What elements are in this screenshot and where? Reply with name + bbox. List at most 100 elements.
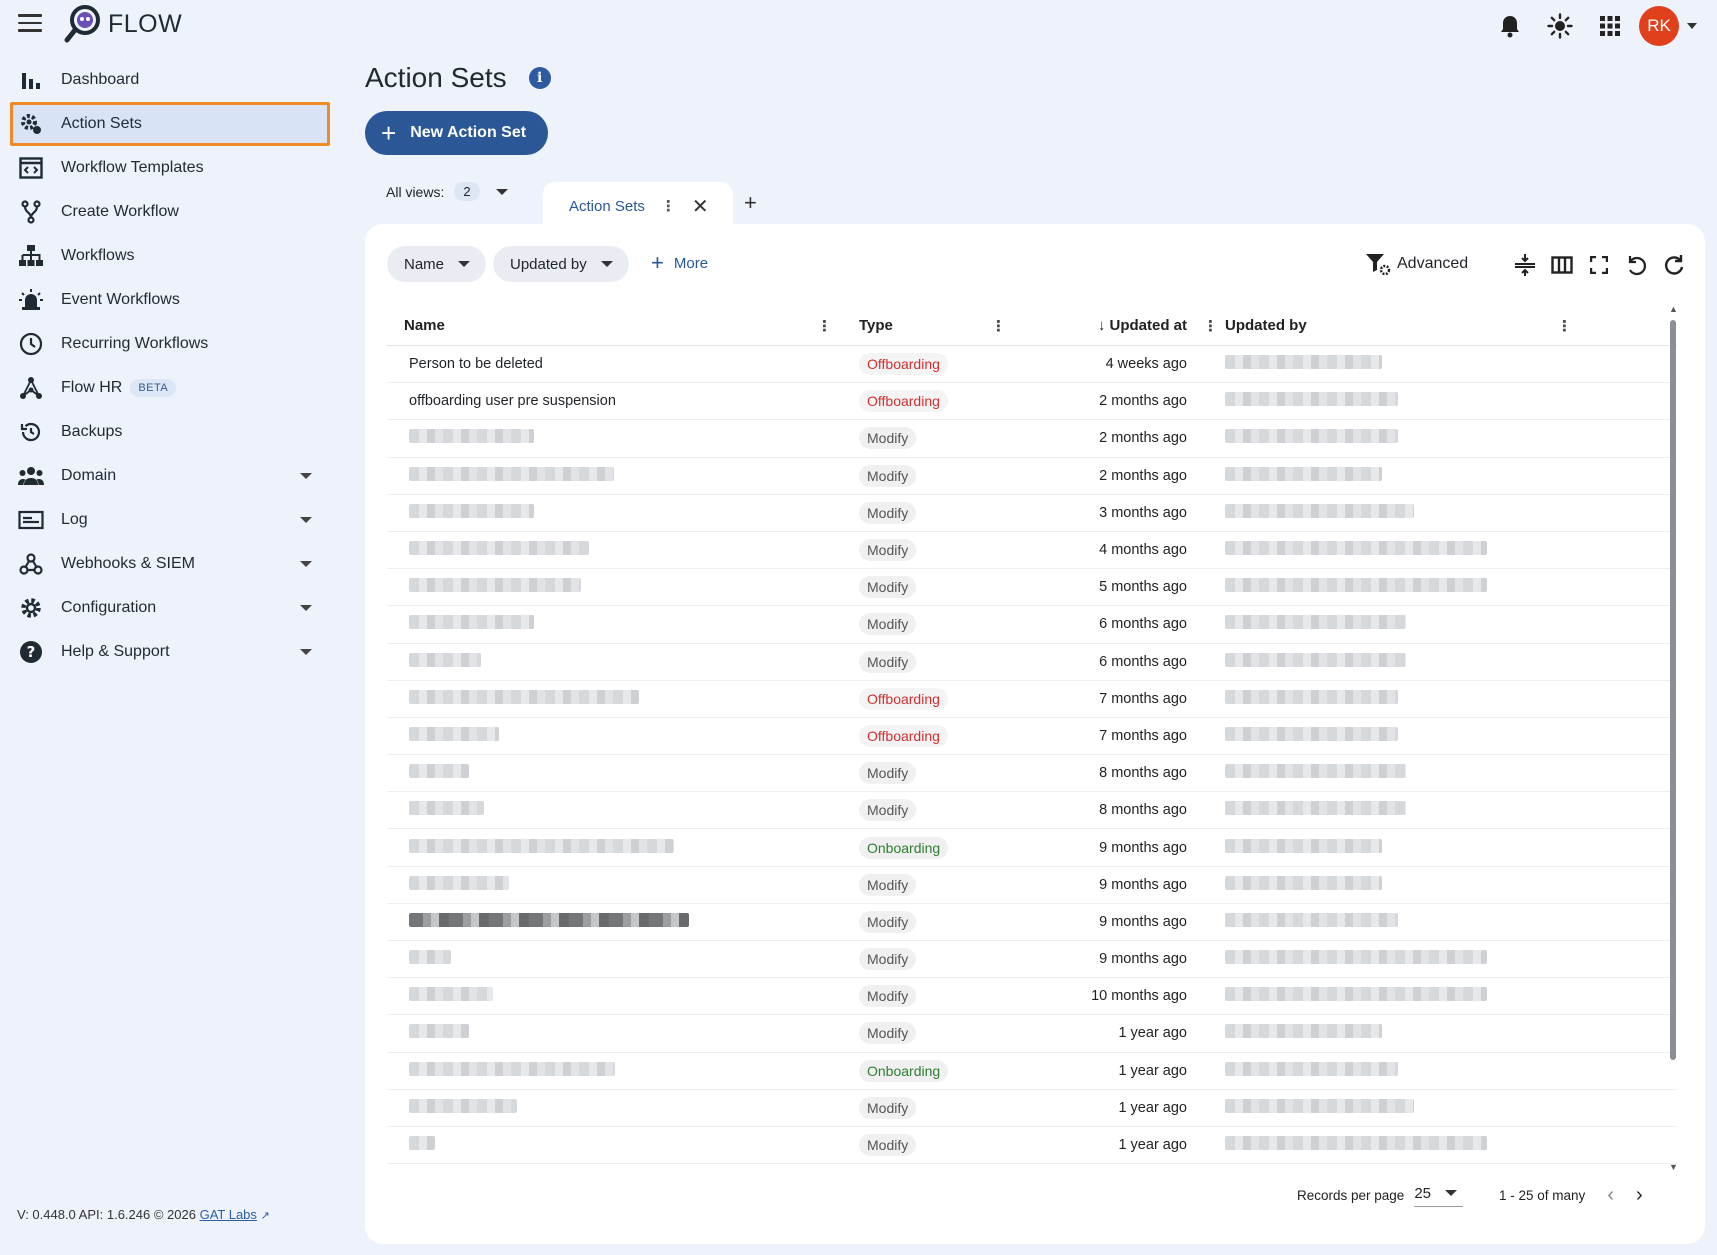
table-row[interactable]: Modify 10 months ago bbox=[387, 978, 1677, 1016]
table-row[interactable]: Modify 8 months ago bbox=[387, 755, 1677, 793]
arrow-down-icon: ↓ bbox=[1097, 317, 1106, 334]
table-row[interactable]: Modify 9 months ago bbox=[387, 941, 1677, 979]
filter-name-chip[interactable]: Name bbox=[387, 246, 487, 282]
sidebar-item-label: Recurring Workflows bbox=[61, 335, 209, 352]
sidebar-item-backups[interactable]: Backups bbox=[0, 410, 340, 454]
table-row[interactable]: Modify 4 months ago bbox=[387, 532, 1677, 570]
vertical-scrollbar[interactable]: ▲ ▼ bbox=[1668, 304, 1678, 1172]
cell-name bbox=[387, 801, 849, 819]
version-text: V: 0.448.0 API: 1.6.246 © 2026 bbox=[17, 1207, 200, 1222]
redacted-text bbox=[1225, 1136, 1487, 1151]
app-logo[interactable]: FLOW bbox=[64, 4, 182, 44]
sidebar-item-event-workflows[interactable]: Event Workflows bbox=[0, 278, 340, 322]
views-selector[interactable]: All views: 2 bbox=[386, 182, 508, 201]
density-icon[interactable] bbox=[1506, 250, 1543, 280]
cell-updated-at: 4 weeks ago bbox=[1105, 356, 1187, 373]
records-per-page-select[interactable]: 25 bbox=[1414, 1185, 1464, 1207]
sidebar-item-workflows[interactable]: Workflows bbox=[0, 234, 340, 278]
more-vert-icon[interactable]: ⋮ bbox=[1557, 317, 1572, 335]
scroll-down-icon[interactable]: ▼ bbox=[1669, 1162, 1678, 1172]
tab-action-sets[interactable]: Action Sets ⋮ ✕ bbox=[543, 182, 733, 230]
brightness-icon[interactable] bbox=[1535, 8, 1585, 44]
sidebar-item-dashboard[interactable]: Dashboard bbox=[0, 58, 340, 102]
sidebar-item-help-support[interactable]: ? Help & Support bbox=[0, 630, 340, 674]
table-row[interactable]: Modify 8 months ago bbox=[387, 792, 1677, 830]
more-filters-button[interactable]: + More bbox=[651, 252, 708, 274]
cell-updated-by bbox=[1207, 1136, 1497, 1154]
avatar[interactable]: RK bbox=[1639, 6, 1679, 46]
new-action-set-button[interactable]: + New Action Set bbox=[365, 111, 548, 155]
cell-name bbox=[387, 950, 849, 968]
column-header-updated-at[interactable]: ↓ Updated at ⋮ bbox=[1027, 306, 1218, 345]
filter-updated-by-chip[interactable]: Updated by bbox=[493, 246, 629, 282]
scroll-up-icon[interactable]: ▲ bbox=[1669, 304, 1678, 314]
table-row[interactable]: Modify 5 months ago bbox=[387, 569, 1677, 607]
cell-type: Modify bbox=[849, 650, 1027, 673]
table-row[interactable]: Modify 9 months ago bbox=[387, 867, 1677, 904]
table-row[interactable]: Modify 6 months ago bbox=[387, 606, 1677, 644]
table-row[interactable]: Modify 1 year ago bbox=[387, 1015, 1677, 1053]
fullscreen-icon[interactable] bbox=[1580, 250, 1617, 280]
sidebar-item-action-sets[interactable]: Action Sets bbox=[10, 102, 330, 146]
next-page-icon[interactable]: › bbox=[1636, 1184, 1643, 1207]
chevron-down-icon[interactable] bbox=[495, 188, 508, 195]
table-row[interactable]: Person to be deleted Offboarding 4 weeks a… bbox=[387, 346, 1677, 384]
cell-updated-by bbox=[1207, 838, 1497, 857]
sidebar-item-configuration[interactable]: Configuration bbox=[0, 586, 340, 630]
type-badge: Modify bbox=[859, 873, 917, 896]
more-vert-icon[interactable]: ⋮ bbox=[661, 197, 676, 215]
more-vert-icon[interactable]: ⋮ bbox=[817, 317, 832, 335]
table-row[interactable]: Modify 1 year ago bbox=[387, 1127, 1677, 1165]
sidebar-item-webhooks-siem[interactable]: Webhooks & SIEM bbox=[0, 542, 340, 586]
sidebar-item-domain[interactable]: Domain bbox=[0, 454, 340, 498]
columns-icon[interactable] bbox=[1543, 250, 1580, 280]
table-row[interactable]: Onboarding 1 year ago bbox=[387, 1053, 1677, 1090]
table-row[interactable]: Modify 2 months ago bbox=[387, 458, 1677, 495]
previous-page-icon[interactable]: ‹ bbox=[1607, 1184, 1614, 1207]
column-header-updated-by[interactable]: Updated by ⋮ bbox=[1207, 306, 1572, 345]
menu-icon[interactable] bbox=[18, 14, 42, 34]
undo-icon[interactable] bbox=[1617, 250, 1654, 280]
account-menu-caret-icon[interactable] bbox=[1687, 23, 1697, 29]
table-row[interactable]: Modify 3 months ago bbox=[387, 495, 1677, 532]
cell-type: Modify bbox=[849, 1022, 1027, 1045]
sidebar-item-log[interactable]: Log bbox=[0, 498, 340, 542]
refresh-icon[interactable] bbox=[1654, 250, 1691, 280]
advanced-filter-button[interactable]: Advanced bbox=[1365, 252, 1468, 276]
table-row[interactable]: Offboarding 7 months ago bbox=[387, 718, 1677, 756]
table-header: Name ⋮ Type ⋮ ↓ Updated at ⋮ Updated by … bbox=[387, 306, 1677, 346]
scrollbar-thumb[interactable] bbox=[1670, 320, 1676, 1060]
sidebar-item-label: Log bbox=[61, 511, 88, 528]
sidebar-item-flow-hr[interactable]: Flow HR BETA bbox=[0, 366, 340, 410]
cell-name bbox=[387, 875, 849, 894]
redacted-text bbox=[1225, 726, 1398, 741]
info-icon[interactable]: i bbox=[528, 67, 551, 89]
apps-grid-icon[interactable] bbox=[1585, 8, 1635, 44]
cell-name bbox=[387, 466, 849, 485]
cell-name bbox=[387, 838, 849, 857]
sidebar-item-create-workflow[interactable]: Create Workflow bbox=[0, 190, 340, 234]
table-row[interactable]: Modify 9 months ago bbox=[387, 904, 1677, 941]
gat-labs-link[interactable]: GAT Labs bbox=[200, 1207, 257, 1222]
table-row[interactable]: Modify 2 months ago bbox=[387, 420, 1677, 458]
table-row[interactable]: Offboarding 7 months ago bbox=[387, 681, 1677, 718]
table-row[interactable]: Modify 6 months ago bbox=[387, 644, 1677, 681]
sidebar-item-workflow-templates[interactable]: Workflow Templates bbox=[0, 146, 340, 190]
cell-type: Modify bbox=[849, 873, 1027, 896]
cell-updated-by bbox=[1207, 801, 1497, 819]
column-header-type[interactable]: Type ⋮ bbox=[849, 306, 1027, 345]
close-icon[interactable]: ✕ bbox=[692, 194, 709, 219]
filter-gear-icon bbox=[1366, 254, 1391, 276]
sidebar-item-recurring-workflows[interactable]: Recurring Workflows bbox=[0, 322, 340, 366]
redacted-text bbox=[1225, 987, 1487, 1002]
plus-icon: + bbox=[381, 118, 397, 148]
table-row[interactable]: Onboarding 9 months ago bbox=[387, 829, 1677, 867]
more-vert-icon[interactable]: ⋮ bbox=[991, 317, 1006, 335]
column-header-name[interactable]: Name ⋮ bbox=[387, 306, 849, 345]
table-row[interactable]: Modify 1 year ago bbox=[387, 1090, 1677, 1127]
add-view-button[interactable]: + bbox=[744, 190, 757, 216]
cell-updated-at: 1 year ago bbox=[1118, 1062, 1187, 1079]
chevron-down-icon bbox=[300, 649, 312, 655]
table-row[interactable]: offboarding user pre suspension Offboardi… bbox=[387, 383, 1677, 421]
bell-icon[interactable] bbox=[1485, 8, 1535, 44]
